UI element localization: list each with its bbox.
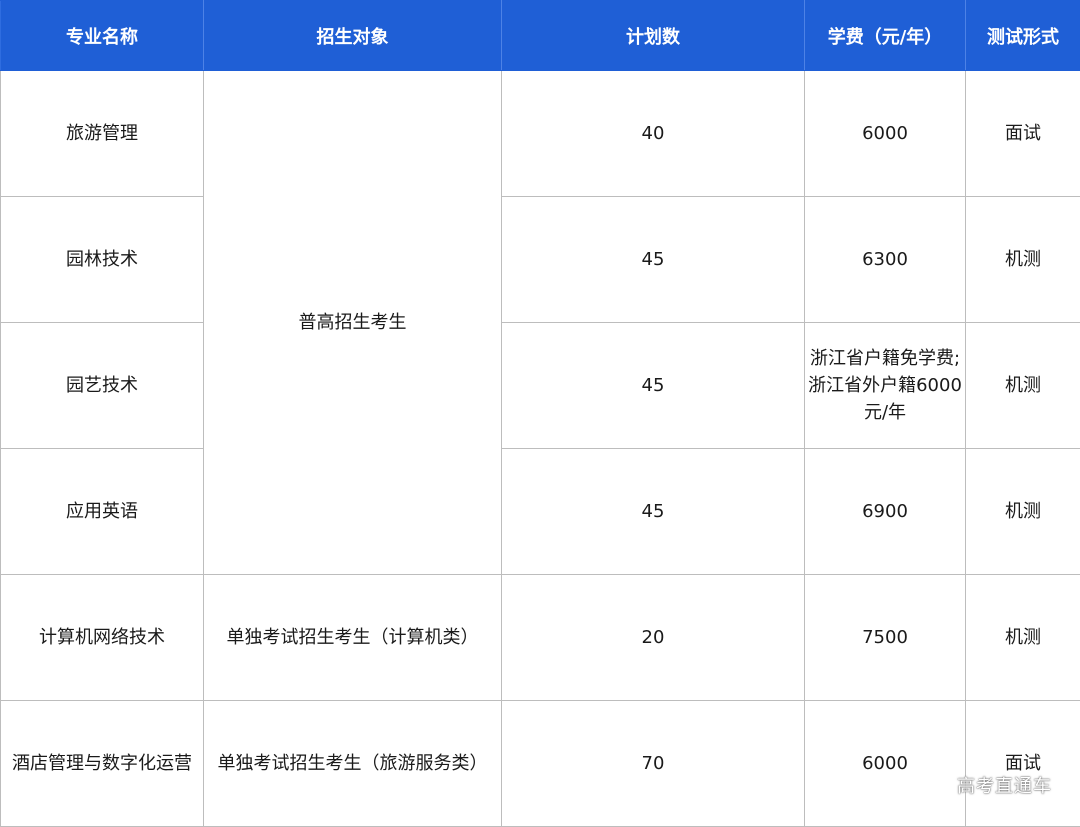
cell-fee: 6000: [805, 701, 966, 827]
header-row: 专业名称 招生对象 计划数 学费（元/年） 测试形式: [1, 1, 1080, 71]
cell-plan: 45: [502, 197, 805, 323]
cell-target: 单独考试招生考生（旅游服务类）: [204, 701, 502, 827]
table-row: 应用英语 45 6900 机测: [1, 449, 1080, 575]
cell-test: 机测: [966, 323, 1080, 449]
cell-major: 酒店管理与数字化运营: [1, 701, 204, 827]
header-target: 招生对象: [204, 1, 502, 71]
table-row: 计算机网络技术 单独考试招生考生（计算机类） 20 7500 机测: [1, 575, 1080, 701]
cell-test: 面试: [966, 701, 1080, 827]
header-fee: 学费（元/年）: [805, 1, 966, 71]
cell-target: 单独考试招生考生（计算机类）: [204, 575, 502, 701]
enrollment-table: 专业名称 招生对象 计划数 学费（元/年） 测试形式 旅游管理 普高招生考生 4…: [0, 0, 1080, 827]
cell-major: 园林技术: [1, 197, 204, 323]
cell-major: 园艺技术: [1, 323, 204, 449]
cell-plan: 45: [502, 323, 805, 449]
header-plan: 计划数: [502, 1, 805, 71]
cell-fee: 浙江省户籍免学费;浙江省外户籍6000元/年: [805, 323, 966, 449]
table-row: 园林技术 45 6300 机测: [1, 197, 1080, 323]
cell-fee: 6000: [805, 71, 966, 197]
cell-test: 机测: [966, 449, 1080, 575]
table-row: 旅游管理 普高招生考生 40 6000 面试: [1, 71, 1080, 197]
cell-fee: 6900: [805, 449, 966, 575]
cell-major: 计算机网络技术: [1, 575, 204, 701]
table-body: 旅游管理 普高招生考生 40 6000 面试 园林技术 45 6300 机测 园…: [1, 71, 1080, 827]
cell-test: 机测: [966, 197, 1080, 323]
header-test: 测试形式: [966, 1, 1080, 71]
table-header: 专业名称 招生对象 计划数 学费（元/年） 测试形式: [1, 1, 1080, 71]
cell-plan: 45: [502, 449, 805, 575]
cell-test: 面试: [966, 71, 1080, 197]
cell-plan: 70: [502, 701, 805, 827]
cell-fee: 6300: [805, 197, 966, 323]
header-major: 专业名称: [1, 1, 204, 71]
cell-major: 旅游管理: [1, 71, 204, 197]
cell-plan: 40: [502, 71, 805, 197]
cell-target-merged: 普高招生考生: [204, 71, 502, 575]
cell-test: 机测: [966, 575, 1080, 701]
cell-fee: 7500: [805, 575, 966, 701]
cell-plan: 20: [502, 575, 805, 701]
table-row: 园艺技术 45 浙江省户籍免学费;浙江省外户籍6000元/年 机测: [1, 323, 1080, 449]
table-row: 酒店管理与数字化运营 单独考试招生考生（旅游服务类） 70 6000 面试: [1, 701, 1080, 827]
cell-major: 应用英语: [1, 449, 204, 575]
